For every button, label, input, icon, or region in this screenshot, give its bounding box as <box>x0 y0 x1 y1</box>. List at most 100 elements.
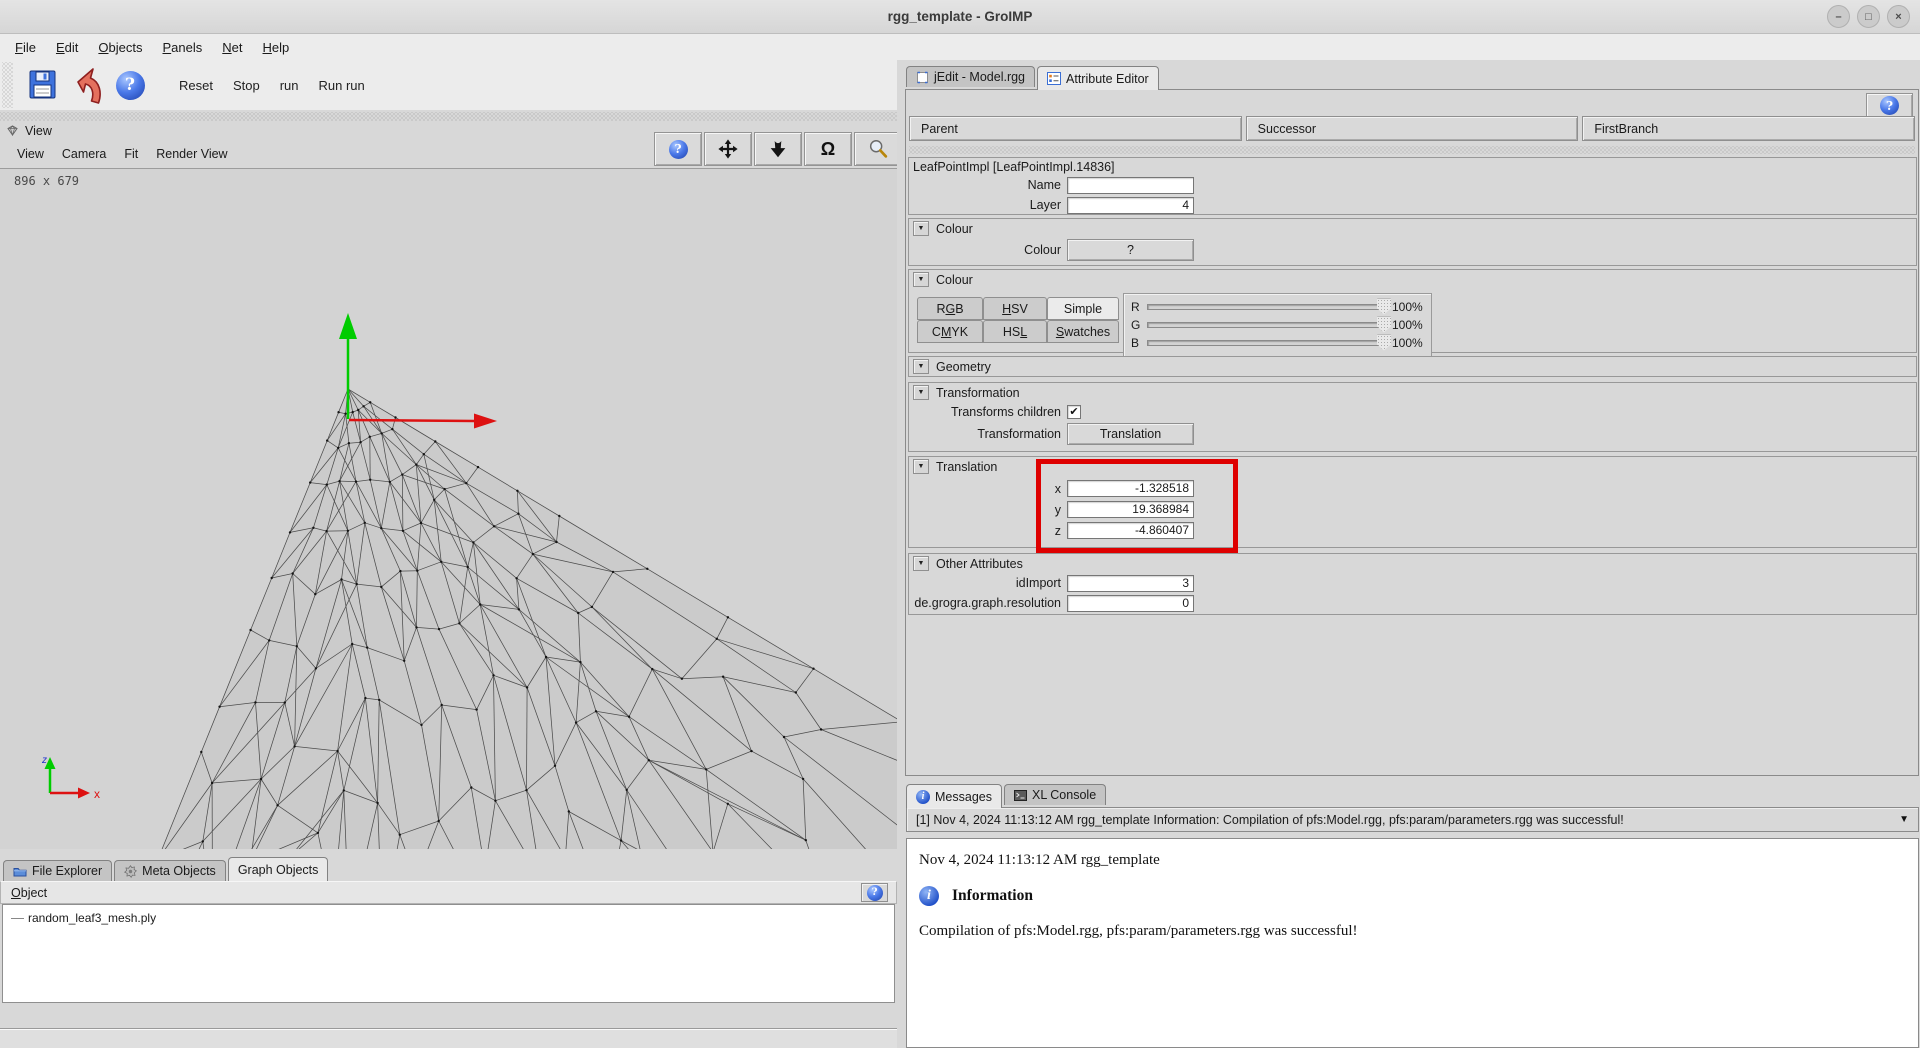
view-help-button[interactable]: ? <box>654 132 702 166</box>
slider-thumb-g[interactable] <box>1377 317 1391 333</box>
name-input[interactable] <box>1067 177 1194 194</box>
close-button[interactable]: × <box>1887 5 1910 28</box>
viewport-3d-canvas[interactable]: xz <box>0 169 897 849</box>
gear-icon <box>124 865 137 878</box>
mode-simple-button[interactable]: Simple <box>1047 297 1119 320</box>
collapse-button[interactable]: ▼ <box>913 459 929 474</box>
firstbranch-button[interactable]: FirstBranch <box>1582 116 1915 141</box>
window-title: rgg_template - GroIMP <box>888 9 1033 24</box>
slider-track-g[interactable] <box>1147 322 1385 328</box>
panel-splitter-horizontal[interactable] <box>0 112 897 121</box>
section-title: Other Attributes <box>936 557 1023 571</box>
triangle-down-icon: ▼ <box>918 389 925 396</box>
view-menu-fit[interactable]: Fit <box>115 145 147 163</box>
tab-file-explorer[interactable]: File Explorer <box>3 860 112 881</box>
successor-button[interactable]: Successor <box>1246 116 1579 141</box>
colour-value-button[interactable]: ? <box>1067 239 1194 261</box>
collapse-button[interactable]: ▼ <box>913 385 929 400</box>
mode-cmyk-button[interactable]: CMYK <box>917 320 983 343</box>
slider-thumb-r[interactable] <box>1377 299 1391 315</box>
document-icon <box>916 71 929 84</box>
transformation-type-button[interactable]: Translation <box>1067 423 1194 445</box>
collapse-button[interactable]: ▼ <box>913 359 929 374</box>
view-menu-view[interactable]: View <box>8 145 53 163</box>
tab-graph-objects[interactable]: Graph Objects <box>228 857 329 881</box>
menu-edit[interactable]: Edit <box>47 37 87 58</box>
view-toolbar: ? Ω <box>654 132 902 166</box>
layer-label: Layer <box>909 198 1067 212</box>
tree-item-label: random_leaf3_mesh.ply <box>28 911 156 925</box>
slider-track-r[interactable] <box>1147 304 1385 310</box>
view-menu-render-view[interactable]: Render View <box>147 145 236 163</box>
collapse-button[interactable]: ▼ <box>913 272 929 287</box>
explorer-menubar: Object ? <box>0 881 897 904</box>
run-button[interactable]: run <box>270 74 309 97</box>
minimize-button[interactable]: – <box>1827 5 1850 28</box>
tab-meta-objects[interactable]: Meta Objects <box>114 860 226 881</box>
attribute-editor-help-button[interactable]: ? <box>1866 93 1913 118</box>
menu-objects[interactable]: Objects <box>89 37 151 58</box>
slider-track-b[interactable] <box>1147 340 1385 346</box>
dropdown-value: [1] Nov 4, 2024 11:13:12 AM rgg_template… <box>916 813 1624 827</box>
layer-input[interactable]: 4 <box>1067 197 1194 214</box>
mode-hsl-button[interactable]: HSL <box>983 320 1047 343</box>
view-zoom-button[interactable] <box>754 132 802 166</box>
menu-file[interactable]: File <box>6 37 45 58</box>
undo-arrow-icon <box>70 66 102 104</box>
view-rotate-button[interactable]: Ω <box>804 132 852 166</box>
tab-xl-console[interactable]: XL Console <box>1004 784 1106 805</box>
collapse-button[interactable]: ▼ <box>913 221 929 236</box>
tab-attribute-editor[interactable]: Attribute Editor <box>1037 66 1159 90</box>
undo-button[interactable] <box>65 64 107 106</box>
help-button[interactable]: ? <box>109 64 151 106</box>
run-run-button[interactable]: Run run <box>309 74 375 97</box>
message-selector-dropdown[interactable]: [1] Nov 4, 2024 11:13:12 AM rgg_template… <box>906 807 1919 832</box>
view-magnify-button[interactable] <box>854 132 902 166</box>
mode-swatches-button[interactable]: Swatches <box>1047 320 1119 343</box>
section-transformation: ▼ Transformation Transforms children ✔ T… <box>908 382 1917 452</box>
tab-messages[interactable]: i Messages <box>906 784 1002 808</box>
section-title: Translation <box>936 460 997 474</box>
view-pan-button[interactable] <box>704 132 752 166</box>
collapse-button[interactable]: ▼ <box>913 556 929 571</box>
idimport-input[interactable]: 3 <box>1067 575 1194 592</box>
close-icon: × <box>1895 11 1901 23</box>
parent-button[interactable]: Parent <box>909 116 1242 141</box>
tree-item-mesh[interactable]: random_leaf3_mesh.ply <box>5 910 892 926</box>
object-menu[interactable]: Object <box>11 886 47 900</box>
attribute-splitter[interactable] <box>909 146 1915 154</box>
tab-label: Attribute Editor <box>1066 72 1149 86</box>
translation-z-input[interactable]: -4.860407 <box>1067 522 1194 539</box>
colour-label: Colour <box>909 243 1067 257</box>
collapsed-panel-strip[interactable] <box>0 1029 897 1048</box>
slider-thumb-b[interactable] <box>1377 335 1391 351</box>
viewport-3d: 896 x 679 xz <box>0 168 897 849</box>
menu-panels[interactable]: Panels <box>154 37 212 58</box>
move-icon <box>717 138 739 160</box>
tab-label: XL Console <box>1032 788 1096 802</box>
stop-button[interactable]: Stop <box>223 74 270 97</box>
translation-x-input[interactable]: -1.328518 <box>1067 480 1194 497</box>
reset-button[interactable]: Reset <box>169 74 223 97</box>
explorer-help-button[interactable]: ? <box>861 883 888 902</box>
transforms-children-checkbox[interactable]: ✔ <box>1067 405 1081 419</box>
triangle-down-icon: ▼ <box>918 276 925 283</box>
translation-y-input[interactable]: 19.368984 <box>1067 501 1194 518</box>
save-button[interactable] <box>21 64 63 106</box>
attribute-list-icon <box>1047 72 1061 85</box>
section-translation: ▼ Translation x -1.328518 y 19.368984 z … <box>908 456 1917 548</box>
mode-rgb-button[interactable]: RGB <box>917 297 983 320</box>
resolution-input[interactable]: 0 <box>1067 595 1194 612</box>
view-menu-camera[interactable]: Camera <box>53 145 115 163</box>
menu-net[interactable]: Net <box>213 37 251 58</box>
triangle-down-icon: ▼ <box>918 225 925 232</box>
menu-help[interactable]: Help <box>254 37 299 58</box>
mode-hsv-button[interactable]: HSV <box>983 297 1047 320</box>
triangle-down-icon: ▼ <box>918 560 925 567</box>
help-icon: ? <box>669 140 688 159</box>
toolbar-grip[interactable] <box>2 62 13 108</box>
panel-splitter-vertical[interactable] <box>897 60 905 1048</box>
tab-jedit-model[interactable]: jEdit - Model.rgg <box>906 66 1035 87</box>
slider-row-g: G 100% <box>1131 316 1423 333</box>
maximize-button[interactable]: □ <box>1857 5 1880 28</box>
